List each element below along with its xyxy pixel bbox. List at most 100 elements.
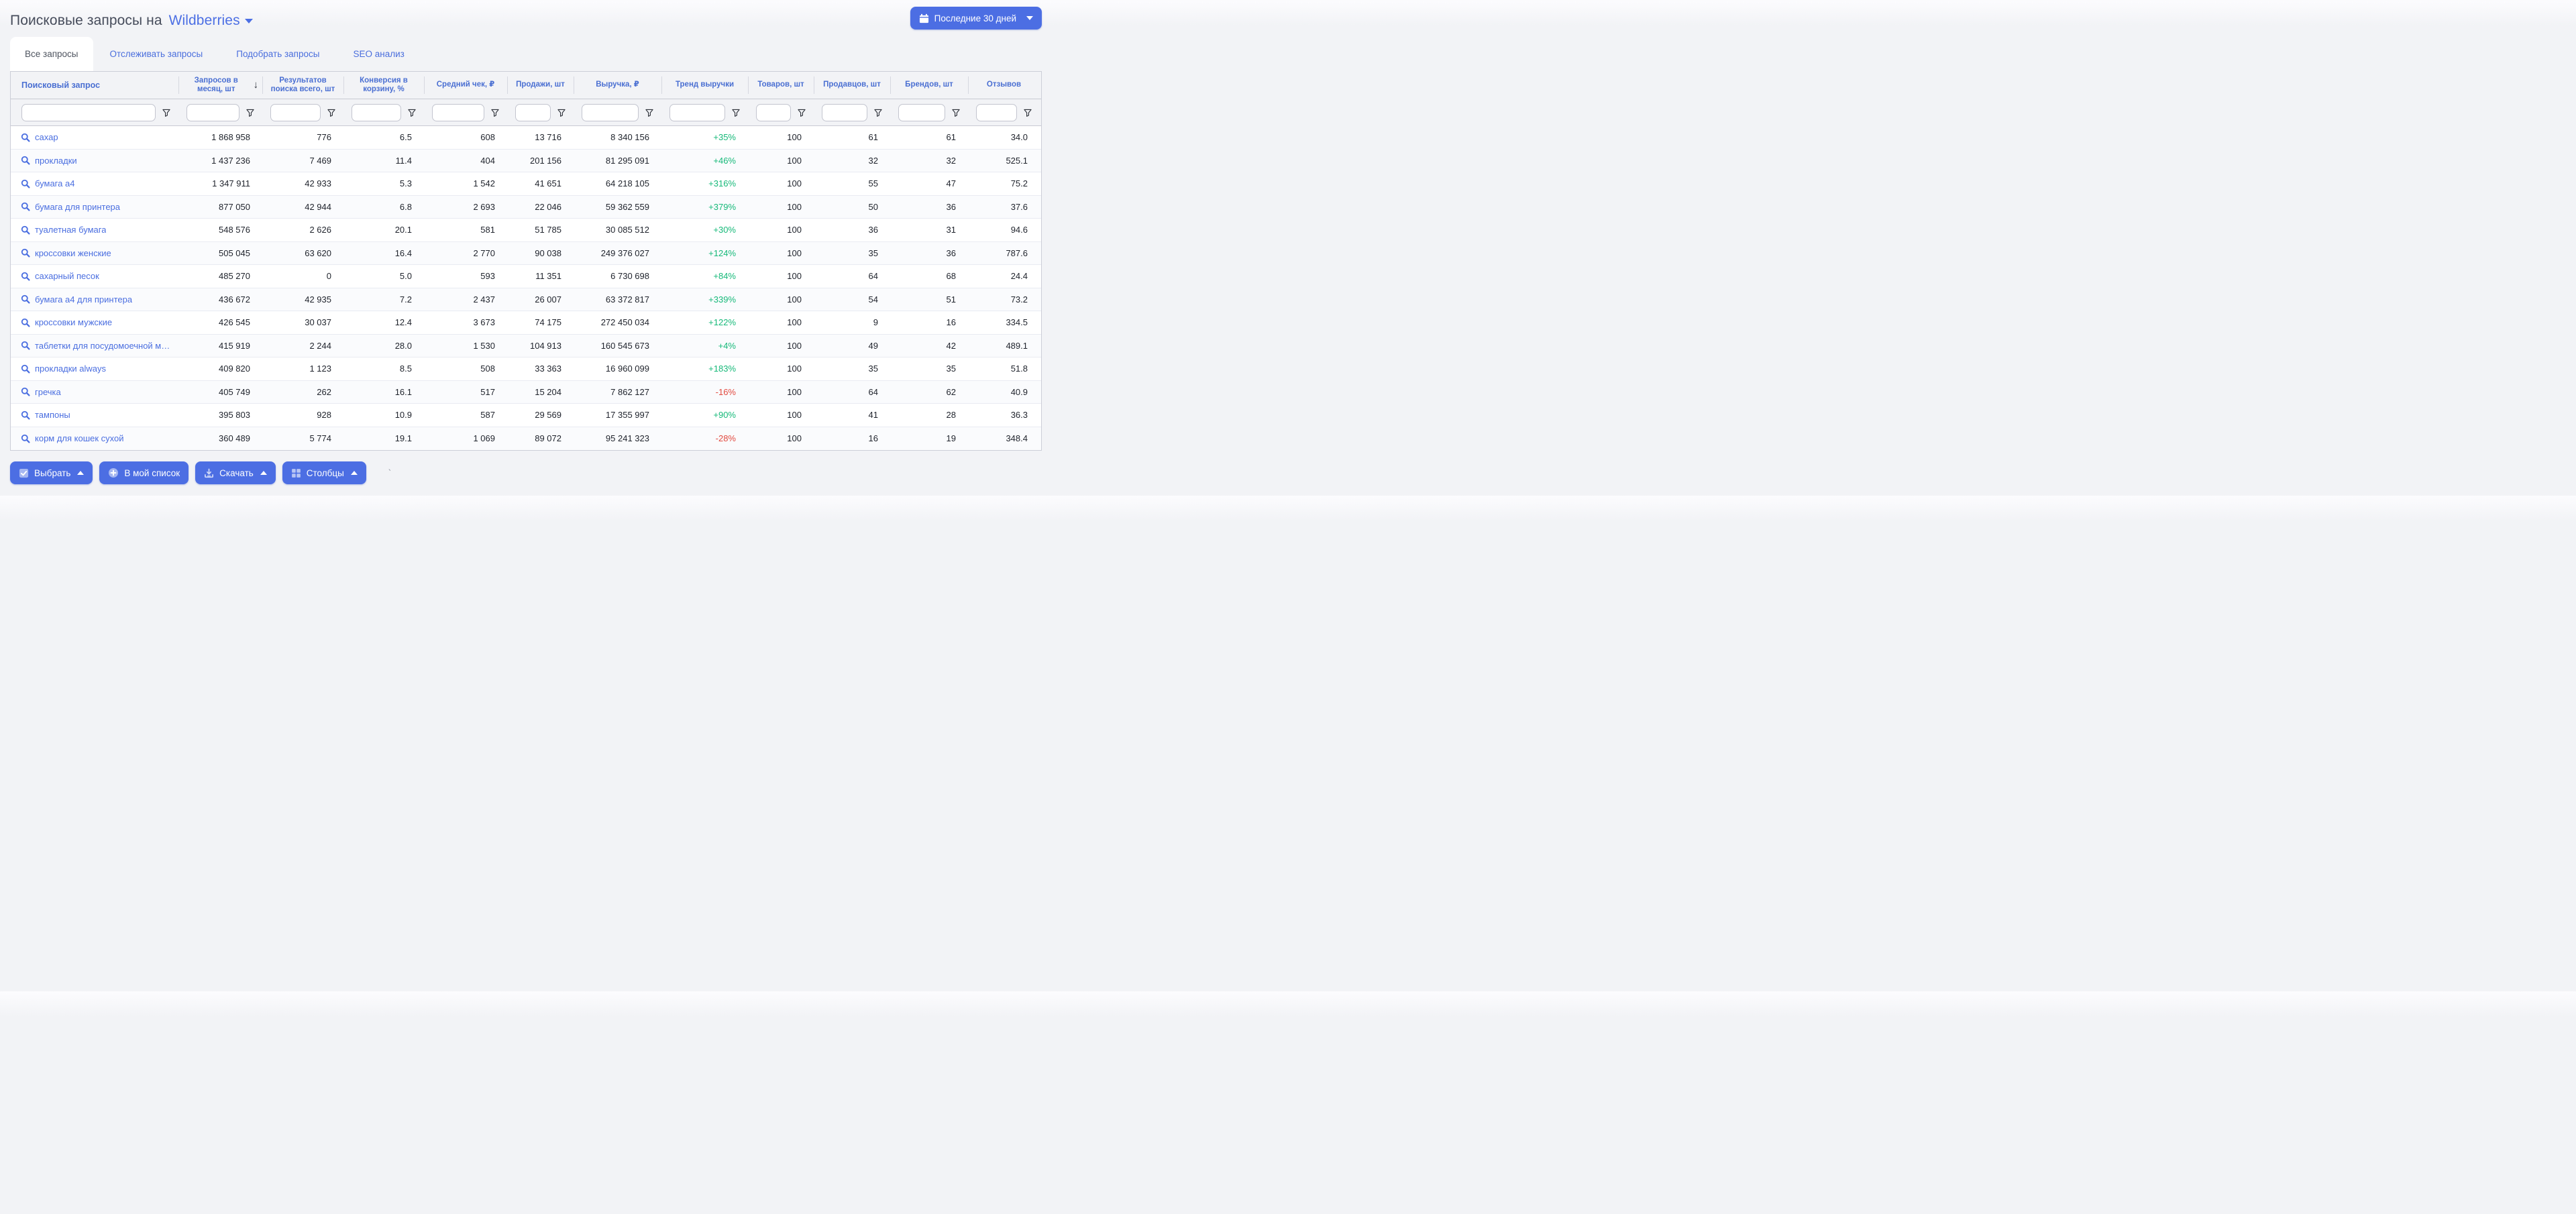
column-header-brands[interactable]: Брендов, шт [890,72,968,99]
columns-button[interactable]: Столбцы [282,461,366,484]
column-header-search-results[interactable]: Результатов поиска всего, шт [262,72,343,99]
products-cell: 100 [748,242,814,265]
filter-input-reviews[interactable] [976,104,1017,121]
add-to-list-button[interactable]: В мой список [99,461,189,484]
search-results-cell: 42 935 [262,288,343,311]
filter-cell-reviews [968,99,1040,125]
period-select-button[interactable]: Последние 30 дней [910,7,1042,30]
query-link[interactable]: бумага для принтера [35,202,120,212]
query-cell[interactable]: корм для кошек сухой [11,427,178,451]
revenue-trend-cell: +339% [661,288,748,311]
cart-conversion-cell: 5.0 [343,265,424,288]
query-link[interactable]: кроссовки женские [35,248,111,258]
query-link[interactable]: туалетная бумага [35,225,106,235]
funnel-icon[interactable] [407,108,417,117]
column-header-avg-check[interactable]: Средний чек, ₽ [424,72,507,99]
column-header-sales[interactable]: Продажи, шт [507,72,574,99]
query-link[interactable]: таблетки для посудомоечной ма… [35,341,173,351]
table-row: бумага а41 347 91142 9335.31 54241 65164… [11,172,1041,196]
brands-cell: 31 [890,219,968,241]
column-header-products[interactable]: Товаров, шт [748,72,814,99]
query-link[interactable]: прокладки always [35,364,106,374]
filter-input-brands[interactable] [898,104,945,121]
filter-cell-monthly-searches [178,99,262,125]
query-cell[interactable]: кроссовки мужские [11,311,178,334]
funnel-icon[interactable] [1023,108,1032,117]
add-to-list-label: В мой список [124,468,180,478]
column-header-monthly-searches[interactable]: Запросов в месяц, шт↓ [178,72,262,99]
query-cell[interactable]: туалетная бумага [11,219,178,241]
select-button[interactable]: Выбрать [10,461,93,484]
column-header-sellers[interactable]: Продавцов, шт [814,72,890,99]
query-cell[interactable]: таблетки для посудомоечной ма… [11,335,178,357]
query-link[interactable]: корм для кошек сухой [35,433,124,443]
chevron-down-icon[interactable] [245,19,253,23]
funnel-icon[interactable] [327,108,336,117]
sellers-cell: 36 [814,219,890,241]
revenue-cell: 95 241 323 [574,427,661,451]
search-results-cell: 2 626 [262,219,343,241]
column-header-revenue[interactable]: Выручка, ₽ [574,72,661,99]
sales-cell: 51 785 [507,219,574,241]
tab-track-queries[interactable]: Отслеживать запросы [93,37,220,71]
query-link[interactable]: гречка [35,387,61,397]
search-results-cell: 0 [262,265,343,288]
page: Поисковые запросы на Wildberries Последн… [0,0,1052,484]
filter-input-query[interactable] [21,104,156,121]
avg-check-cell: 2 437 [424,288,507,311]
query-link[interactable]: сахар [35,132,58,142]
filter-input-revenue[interactable] [582,104,639,121]
funnel-icon[interactable] [645,108,654,117]
reviews-cell: 40.9 [968,381,1040,404]
filter-input-cart-conversion[interactable] [352,104,401,121]
tab-all-queries[interactable]: Все запросы [10,37,93,71]
funnel-icon[interactable] [557,108,566,117]
filter-input-sellers[interactable] [822,104,867,121]
query-link[interactable]: бумага а4 для принтера [35,294,132,305]
funnel-icon[interactable] [246,108,255,117]
revenue-cell: 7 862 127 [574,381,661,404]
filter-input-search-results[interactable] [270,104,321,121]
query-link[interactable]: прокладки [35,156,77,166]
funnel-icon[interactable] [951,108,961,117]
funnel-icon[interactable] [797,108,806,117]
column-header-query[interactable]: Поисковый запрос [11,72,178,99]
brands-cell: 28 [890,404,968,427]
query-cell[interactable]: тампоны [11,404,178,427]
query-cell[interactable]: прокладки always [11,357,178,380]
download-button[interactable]: Скачать [195,461,276,484]
query-cell[interactable]: бумага а4 для принтера [11,288,178,311]
sort-desc-icon[interactable]: ↓ [254,79,259,91]
query-cell[interactable]: бумага а4 [11,172,178,195]
cart-conversion-cell: 8.5 [343,357,424,380]
funnel-icon[interactable] [731,108,741,117]
search-icon [21,156,30,165]
query-link[interactable]: кроссовки мужские [35,317,112,327]
query-cell[interactable]: кроссовки женские [11,242,178,265]
query-cell[interactable]: сахарный песок [11,265,178,288]
column-header-reviews[interactable]: Отзывов [968,72,1040,99]
filter-cell-revenue-trend [661,99,748,125]
filter-input-revenue-trend[interactable] [669,104,725,121]
tab-seo-analysis[interactable]: SEO анализ [336,37,421,71]
funnel-icon[interactable] [873,108,883,117]
funnel-icon[interactable] [490,108,500,117]
query-cell[interactable]: сахар [11,126,178,149]
query-cell[interactable]: гречка [11,381,178,404]
query-link[interactable]: тампоны [35,410,70,420]
filter-input-avg-check[interactable] [432,104,484,121]
query-link[interactable]: сахарный песок [35,271,99,281]
filter-input-monthly-searches[interactable] [186,104,239,121]
brands-cell: 19 [890,427,968,451]
cart-conversion-cell: 6.8 [343,196,424,219]
column-header-revenue-trend[interactable]: Тренд выручки [661,72,748,99]
query-link[interactable]: бумага а4 [35,178,74,188]
tab-pick-queries[interactable]: Подобрать запросы [219,37,336,71]
column-header-cart-conversion[interactable]: Конверсия в корзину, % [343,72,424,99]
filter-input-sales[interactable] [515,104,551,121]
query-cell[interactable]: прокладки [11,150,178,172]
marketplace-selector[interactable]: Wildberries [169,13,240,28]
query-cell[interactable]: бумага для принтера [11,196,178,219]
funnel-icon[interactable] [162,108,171,117]
filter-input-products[interactable] [756,104,791,121]
